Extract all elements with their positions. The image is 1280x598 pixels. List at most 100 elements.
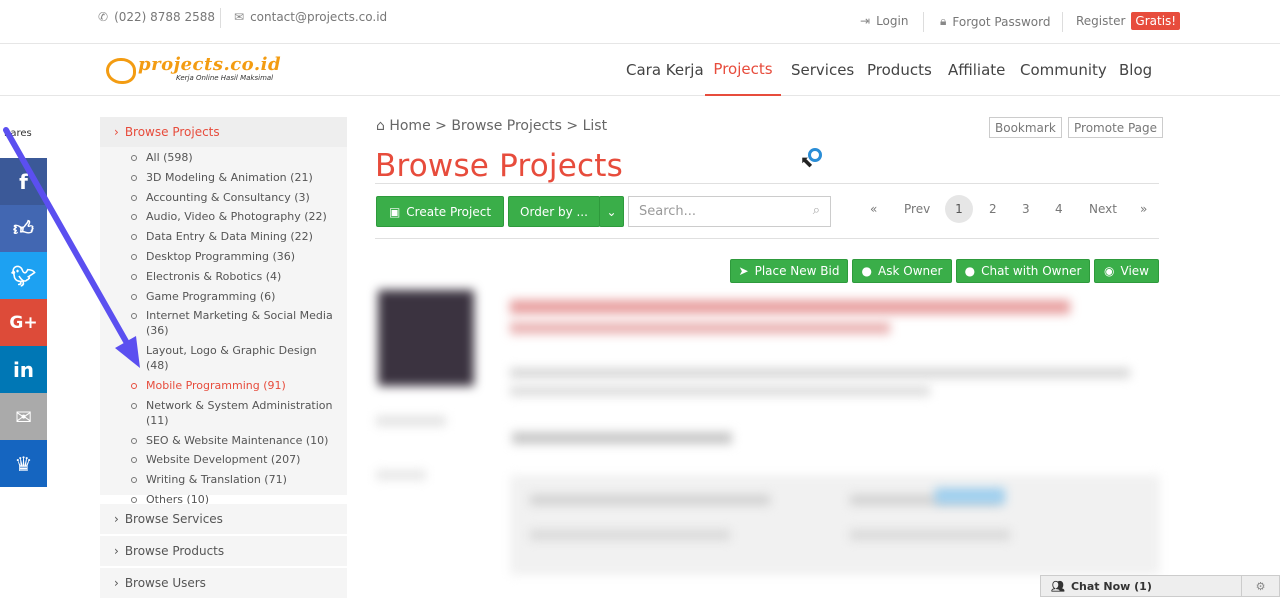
category-item[interactable]: Desktop Programming (36) bbox=[130, 249, 340, 264]
chevron-right-icon: › bbox=[114, 544, 119, 558]
category-item[interactable]: Website Development (207) bbox=[130, 452, 340, 467]
login-label[interactable]: Login bbox=[876, 14, 908, 28]
google-plus-icon: G+ bbox=[9, 312, 38, 333]
eye-icon: ◉ bbox=[1104, 264, 1115, 278]
pagination-last[interactable]: » bbox=[1140, 195, 1147, 223]
email-share-button[interactable]: ✉ bbox=[0, 393, 47, 440]
pagination-page-4[interactable]: 4 bbox=[1055, 195, 1063, 223]
project-desc-blur bbox=[510, 368, 1130, 378]
linkedin-icon: in bbox=[12, 357, 35, 382]
create-project-button[interactable]: ▣ Create Project bbox=[376, 196, 504, 227]
browse-products-toggle[interactable]: › Browse Products bbox=[100, 536, 347, 566]
breadcrumb-browse-projects[interactable]: Browse Projects bbox=[451, 118, 562, 134]
linkedin-share-button[interactable]: in bbox=[0, 346, 47, 393]
gear-icon[interactable]: ⚙ bbox=[1241, 576, 1279, 596]
bookmark-button[interactable]: Bookmark bbox=[989, 117, 1062, 138]
category-item[interactable]: Electronis & Robotics (4) bbox=[130, 269, 340, 284]
project-meta-blur bbox=[512, 432, 732, 444]
sign-in-icon: ⇥ bbox=[860, 14, 871, 28]
envelope-icon: ✉ bbox=[234, 10, 245, 24]
divider bbox=[923, 12, 924, 32]
login-link[interactable]: ⇥ Login bbox=[860, 14, 908, 28]
search-input[interactable]: Search... ⌕ bbox=[628, 196, 831, 227]
shares-label: hares bbox=[4, 128, 32, 139]
email-address[interactable]: contact@projects.co.id bbox=[250, 10, 387, 24]
pagination-prev[interactable]: Prev bbox=[904, 195, 930, 223]
search-icon[interactable]: ⌕ bbox=[813, 203, 820, 218]
divider bbox=[375, 238, 1159, 239]
nav-products[interactable]: Products bbox=[867, 44, 932, 96]
nav-projects[interactable]: Projects bbox=[705, 44, 781, 96]
order-by-dropdown-toggle[interactable]: ⌄ bbox=[599, 196, 624, 227]
category-item[interactable]: Writing & Translation (71) bbox=[130, 472, 340, 487]
pagination-page-3[interactable]: 3 bbox=[1022, 195, 1030, 223]
project-title-blur bbox=[510, 322, 890, 334]
pagination-next[interactable]: Next bbox=[1089, 195, 1117, 223]
category-item[interactable]: Layout, Logo & Graphic Design (48) bbox=[130, 343, 340, 373]
pagination-page-2[interactable]: 2 bbox=[989, 195, 997, 223]
phone-number: (022) 8788 2588 bbox=[114, 10, 216, 24]
facebook-share-button[interactable]: f bbox=[0, 158, 47, 205]
category-item[interactable]: 3D Modeling & Animation (21) bbox=[130, 170, 340, 185]
promote-page-button[interactable]: Promote Page bbox=[1068, 117, 1164, 138]
category-item[interactable]: Data Entry & Data Mining (22) bbox=[130, 229, 340, 244]
category-item[interactable]: Accounting & Consultancy (3) bbox=[130, 190, 340, 205]
like-icon: 👍︎ bbox=[13, 216, 34, 240]
email-contact[interactable]: ✉ contact@projects.co.id bbox=[234, 10, 387, 24]
nav-community[interactable]: Community bbox=[1020, 44, 1107, 96]
browse-users-toggle[interactable]: › Browse Users bbox=[100, 568, 347, 598]
category-list: All (598) 3D Modeling & Animation (21) Acc… bbox=[130, 150, 340, 512]
owner-meta-blur bbox=[376, 416, 446, 426]
category-item[interactable]: SEO & Website Maintenance (10) bbox=[130, 433, 340, 448]
like-share-button[interactable]: 👍︎ bbox=[0, 205, 47, 252]
chat-now-bar[interactable]: 👥︎ Chat Now (1) ⚙ bbox=[1040, 575, 1280, 597]
create-project-label: Create Project bbox=[406, 204, 492, 219]
browse-products-label: Browse Products bbox=[124, 544, 225, 558]
twitter-share-button[interactable]: 🐦︎ bbox=[0, 252, 47, 299]
order-by-button[interactable]: Order by ... bbox=[508, 196, 600, 227]
nav-services[interactable]: Services bbox=[791, 44, 854, 96]
pagination-page-1[interactable]: 1 bbox=[945, 195, 973, 223]
google-plus-share-button[interactable]: G+ bbox=[0, 299, 47, 346]
view-button[interactable]: ◉ View bbox=[1094, 259, 1159, 283]
category-item[interactable]: All (598) bbox=[130, 150, 340, 165]
chat-with-owner-button[interactable]: ● Chat with Owner bbox=[956, 259, 1090, 283]
category-item[interactable]: Network & System Administration (11) bbox=[130, 398, 340, 428]
browse-projects-toggle[interactable]: › Browse Projects bbox=[100, 117, 347, 147]
nav-cara-kerja[interactable]: Cara Kerja bbox=[626, 44, 704, 96]
ask-owner-label: Ask Owner bbox=[878, 264, 943, 278]
nav-blog[interactable]: Blog bbox=[1119, 44, 1152, 96]
register-link[interactable]: Register Gratis! bbox=[1076, 12, 1181, 30]
browse-services-toggle[interactable]: › Browse Services bbox=[100, 504, 347, 534]
forgot-password-link[interactable]: 🔒︎ Forgot Password bbox=[940, 14, 1050, 29]
phone-contact: ✆ (022) 8788 2588 bbox=[98, 10, 215, 24]
category-item[interactable]: Mobile Programming (91) bbox=[130, 378, 340, 393]
chat-with-owner-label: Chat with Owner bbox=[981, 264, 1082, 278]
owner-meta-blur bbox=[376, 470, 426, 480]
ask-owner-button[interactable]: ● Ask Owner bbox=[852, 259, 952, 283]
category-item[interactable]: Audio, Video & Photography (22) bbox=[130, 209, 340, 224]
category-item[interactable]: Internet Marketing & Social Media (36) bbox=[130, 308, 340, 338]
loading-spinner-icon bbox=[808, 148, 822, 162]
site-logo[interactable]: projects.co.id Kerja Online Hasil Maksim… bbox=[106, 54, 286, 90]
logo-wordmark: projects.co.id bbox=[138, 54, 282, 75]
phone-icon: ✆ bbox=[98, 10, 109, 24]
more-share-button[interactable]: ♛ bbox=[0, 440, 47, 487]
breadcrumb-home[interactable]: Home bbox=[389, 118, 430, 134]
category-item[interactable]: Game Programming (6) bbox=[130, 289, 340, 304]
project-details-blur bbox=[510, 475, 1160, 575]
home-icon: ⌂ bbox=[376, 118, 385, 134]
chevron-down-icon: ⌄ bbox=[606, 204, 617, 219]
top-bar: ✆ (022) 8788 2588 ✉ contact@projects.co.… bbox=[0, 0, 1280, 44]
breadcrumb: ⌂ Home > Browse Projects > List bbox=[376, 118, 607, 134]
gratis-badge[interactable]: Gratis! bbox=[1131, 12, 1181, 30]
chevron-right-icon: › bbox=[114, 512, 119, 526]
users-icon: 👥︎ bbox=[1051, 579, 1065, 593]
pagination-first[interactable]: « bbox=[870, 195, 877, 223]
forgot-password-label[interactable]: Forgot Password bbox=[952, 15, 1050, 29]
place-new-bid-button[interactable]: ➤ Place New Bid bbox=[730, 259, 848, 283]
nav-affiliate[interactable]: Affiliate bbox=[948, 44, 1005, 96]
browse-projects-label: Browse Projects bbox=[124, 125, 220, 139]
register-label[interactable]: Register bbox=[1076, 14, 1125, 28]
twitter-icon: 🐦︎ bbox=[10, 263, 37, 288]
